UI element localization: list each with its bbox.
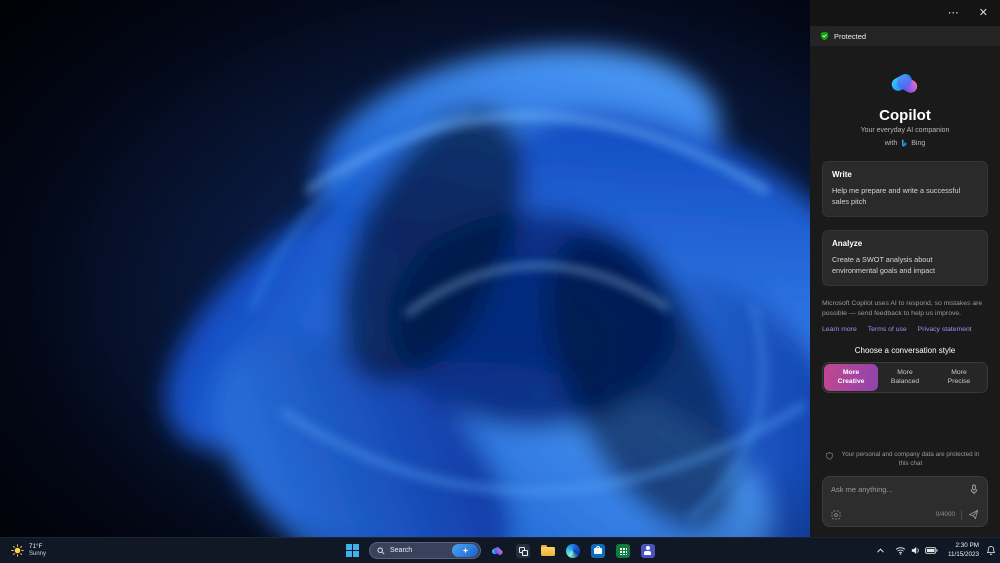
wifi-icon (895, 547, 906, 555)
close-icon: ✕ (978, 6, 988, 19)
with-label: with (884, 140, 898, 147)
search-placeholder: Search (390, 547, 413, 554)
task-view-icon (515, 543, 530, 558)
bing-icon (902, 139, 907, 147)
copilot-brand: Copilot Your everyday AI companion with … (822, 64, 988, 148)
with-bing-row: with Bing (822, 139, 988, 148)
sunny-weather-icon (11, 544, 24, 557)
card-body: Create a SWOT analysis about environment… (832, 254, 936, 275)
search-icon (377, 546, 385, 555)
taskbar-icon-task-view[interactable] (514, 542, 531, 559)
taskbar-icon-file-explorer[interactable] (539, 542, 556, 559)
conversation-style-heading: Choose a conversation style (854, 345, 956, 355)
add-screenshot-button[interactable] (831, 510, 841, 520)
network-volume-battery-group[interactable] (892, 543, 941, 558)
shield-check-icon (820, 31, 829, 41)
volume-icon (911, 547, 919, 554)
card-body: Help me prepare and write a successful s… (832, 186, 961, 206)
notification-bell-button[interactable] (986, 545, 996, 556)
system-tray: 2:30 PM 11/15/2023 (876, 538, 996, 563)
suggestion-card-analyze[interactable]: Analyze Create a SWOT analysis about env… (822, 229, 988, 286)
clock[interactable]: 2:30 PM 11/15/2023 (948, 542, 979, 558)
clock-time: 2:30 PM (955, 542, 979, 550)
character-counter: 0/4000 (935, 511, 955, 518)
card-title: Analyze (832, 238, 863, 248)
protected-label: Protected (834, 31, 867, 41)
style-more-precise-button[interactable]: More Precise (932, 364, 986, 391)
taskbar-icon-excel[interactable] (614, 542, 631, 559)
privacy-statement-link[interactable]: Privacy statement (918, 326, 972, 333)
search-highlight-badge[interactable] (452, 544, 478, 557)
send-button[interactable] (968, 509, 979, 520)
panel-menu-button[interactable]: ⋯ (946, 6, 961, 21)
input-divider (961, 509, 962, 520)
bell-icon (987, 546, 995, 555)
copilot-panel: ⋯ ✕ Protected Copilot Your everyday AI c… (810, 0, 1000, 537)
folder-icon (540, 545, 555, 556)
style-more-creative-button[interactable]: More Creative (824, 363, 878, 391)
sparkle-icon (462, 547, 468, 554)
microphone-icon (970, 484, 978, 495)
screenshot-icon (831, 510, 841, 519)
weather-condition: Sunny (29, 550, 47, 557)
taskbar-icon-teams[interactable] (639, 542, 656, 559)
edge-browser-icon (565, 543, 580, 558)
clock-date: 11/15/2023 (947, 550, 979, 558)
style-more-balanced-button[interactable]: More Balanced (878, 364, 932, 391)
chat-bottom-block: Your personal and company data are prote… (822, 451, 988, 527)
copilot-subtitle: Your everyday AI companion (860, 127, 950, 134)
copilot-panel-body: Copilot Your everyday AI companion with … (810, 46, 1000, 537)
taskbar-icon-edge[interactable] (564, 542, 581, 559)
copilot-icon (492, 547, 503, 555)
copilot-logo-icon (891, 74, 918, 93)
taskbar-center: Search (344, 538, 656, 563)
screen: ⋯ ✕ Protected Copilot Your everyday AI c… (0, 0, 1000, 563)
mic-button[interactable] (969, 484, 979, 495)
taskbar: 71°F Sunny Search 2:30 PM 11/15/2023 (0, 537, 1000, 563)
legal-links: Learn more Terms of use Privacy statemen… (822, 326, 988, 333)
ellipsis-icon: ⋯ (947, 6, 959, 19)
chat-input[interactable] (831, 485, 964, 494)
taskbar-icon-store[interactable] (589, 542, 606, 559)
start-button[interactable] (344, 542, 361, 559)
shield-outline-icon (826, 452, 833, 460)
panel-close-button[interactable]: ✕ (977, 6, 990, 21)
ai-disclaimer: Microsoft Copilot uses AI to respond, so… (822, 299, 983, 318)
data-protection-note: Your personal and company data are prote… (822, 451, 988, 469)
microsoft-store-icon (590, 543, 605, 558)
conversation-style-switch: More Creative More Balanced More Precise (822, 361, 988, 393)
teams-icon (640, 543, 655, 558)
learn-more-link[interactable]: Learn more (822, 326, 857, 333)
protected-banner: Protected (810, 26, 1000, 46)
taskbar-icon-copilot[interactable] (489, 542, 506, 559)
excel-icon (615, 543, 630, 558)
bing-label: Bing (911, 140, 926, 147)
copilot-panel-titlebar: ⋯ ✕ (810, 0, 1000, 26)
copilot-title: Copilot (879, 107, 931, 124)
search-box[interactable]: Search (369, 542, 481, 559)
battery-icon (925, 547, 938, 554)
suggestion-card-write[interactable]: Write Help me prepare and write a succes… (822, 161, 988, 217)
card-title: Write (832, 170, 852, 179)
chevron-up-icon (877, 548, 884, 553)
hidden-icons-button[interactable] (876, 546, 885, 555)
terms-of-use-link[interactable]: Terms of use (868, 326, 907, 333)
weather-widget[interactable]: 71°F Sunny (6, 538, 51, 563)
chat-input-box[interactable]: 0/4000 (822, 476, 988, 527)
windows-logo-icon (346, 544, 359, 557)
send-icon (968, 509, 979, 520)
weather-temp: 71°F (29, 542, 43, 550)
